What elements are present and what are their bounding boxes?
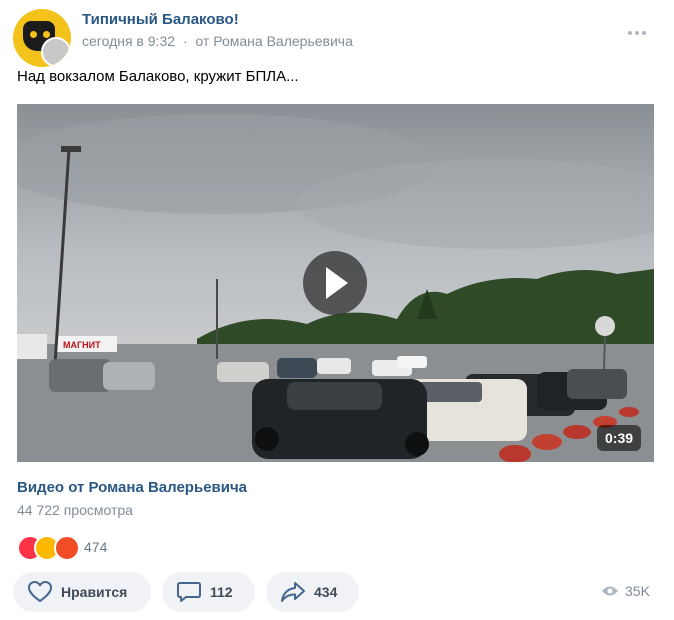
author-avatar-badge[interactable]: [41, 37, 71, 67]
shop-sign: МАГНИТ: [63, 340, 101, 350]
video-duration: 0:39: [597, 425, 642, 451]
heart-icon: [27, 580, 53, 603]
like-button[interactable]: Нравится: [13, 572, 151, 612]
post-views-count: 35K: [625, 583, 650, 599]
avatar-eye-left: [30, 31, 37, 38]
post-card: Типичный Балаково! сегодня в 9:32 · от Р…: [0, 0, 674, 620]
comments-count: 112: [210, 584, 233, 600]
share-icon: [281, 582, 305, 602]
more-options-icon[interactable]: [628, 22, 652, 35]
avatar-eye-right: [43, 31, 50, 38]
post-views: 35K: [601, 583, 650, 599]
post-text: Над вокзалом Балаково, кружит БПЛА...: [17, 68, 299, 85]
meta-separator: ·: [182, 33, 188, 49]
video-title-link[interactable]: Видео от Романа Валерьевича: [17, 479, 247, 496]
group-name-link[interactable]: Типичный Балаково!: [82, 11, 239, 28]
video-views: 44 722 просмотра: [17, 502, 133, 518]
like-label: Нравится: [61, 584, 128, 600]
shares-count: 434: [314, 584, 338, 600]
post-meta: сегодня в 9:32 · от Романа Валерьевича: [82, 33, 353, 49]
reactions-count[interactable]: 474: [84, 539, 107, 555]
group-avatar[interactable]: [13, 9, 71, 67]
angry-reaction-icon: [54, 535, 80, 561]
share-button[interactable]: 434: [266, 572, 359, 612]
comment-icon: [177, 582, 201, 602]
comment-button[interactable]: 112: [162, 572, 255, 612]
post-author[interactable]: от Романа Валерьевича: [195, 33, 352, 49]
eye-icon: [602, 586, 618, 596]
play-icon: [326, 267, 348, 299]
post-time[interactable]: сегодня в 9:32: [82, 33, 175, 49]
